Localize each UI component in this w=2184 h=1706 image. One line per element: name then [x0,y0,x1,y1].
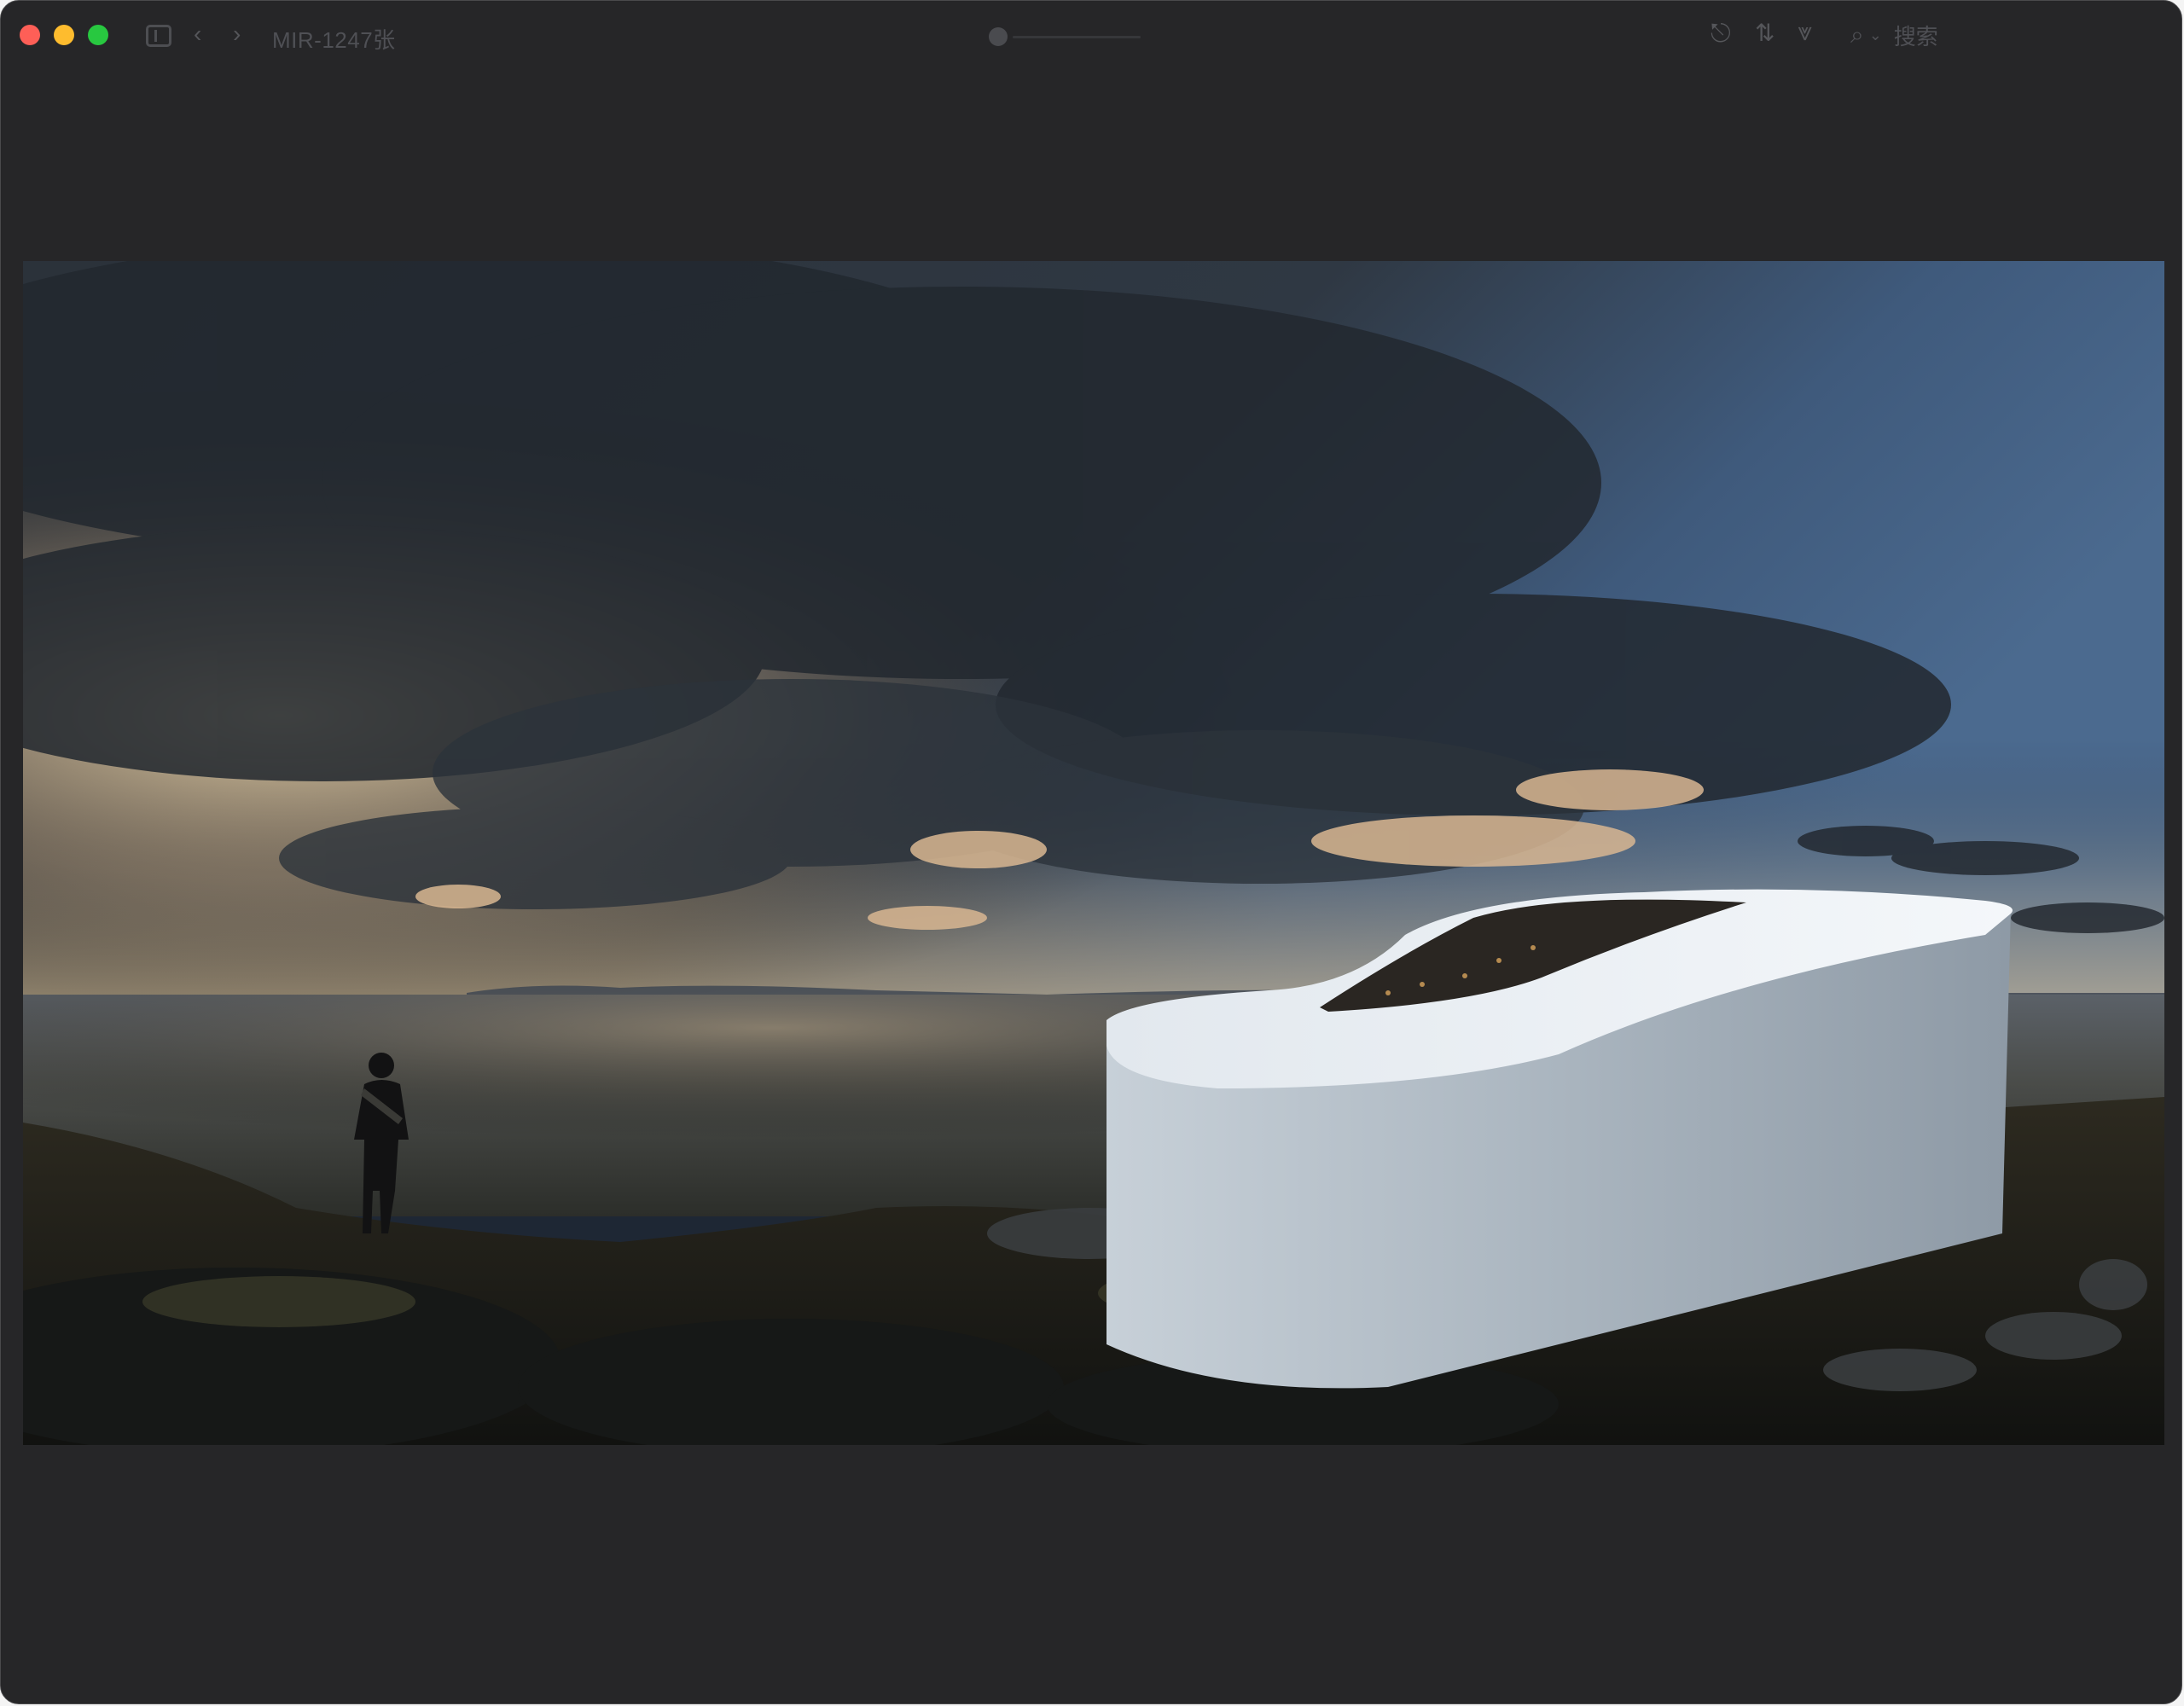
search-field[interactable]: ⌕ ⌄ 搜索 [1850,20,1938,51]
chevron-right-icon[interactable]: › [233,22,241,46]
close-button[interactable] [20,25,40,45]
chevron-left-icon[interactable]: ‹ [194,22,201,46]
thumbnail-size-slider[interactable] [989,27,1142,46]
window-controls [20,25,108,45]
search-placeholder: 搜索 [1893,24,1938,49]
search-icon: ⌕ [1850,21,1864,48]
viewer-window: ‹ › MIR-1247张 ⎋ ⇅ ⩔ ⌕ ⌄ 搜索 [0,0,2182,1704]
chevron-down-icon[interactable]: ⌄ [1869,26,1882,44]
minimize-button[interactable] [54,25,74,45]
title-bar: ‹ › MIR-1247张 ⎋ ⇅ ⩔ ⌕ ⌄ 搜索 [1,1,2181,73]
sort-icon[interactable]: ⇅ [1755,21,1774,45]
zoom-button[interactable] [88,25,108,45]
window-title: MIR-1247张 [272,27,396,53]
slider-knob[interactable] [989,27,1008,46]
sidebar-toggle-icon[interactable] [146,25,171,47]
main-image[interactable] [23,261,2164,1445]
slider-track[interactable] [1013,36,1141,38]
share-icon[interactable]: ⎋ [1711,21,1731,47]
filter-icon[interactable]: ⩔ [1798,20,1812,45]
photo-render [23,261,2164,1445]
